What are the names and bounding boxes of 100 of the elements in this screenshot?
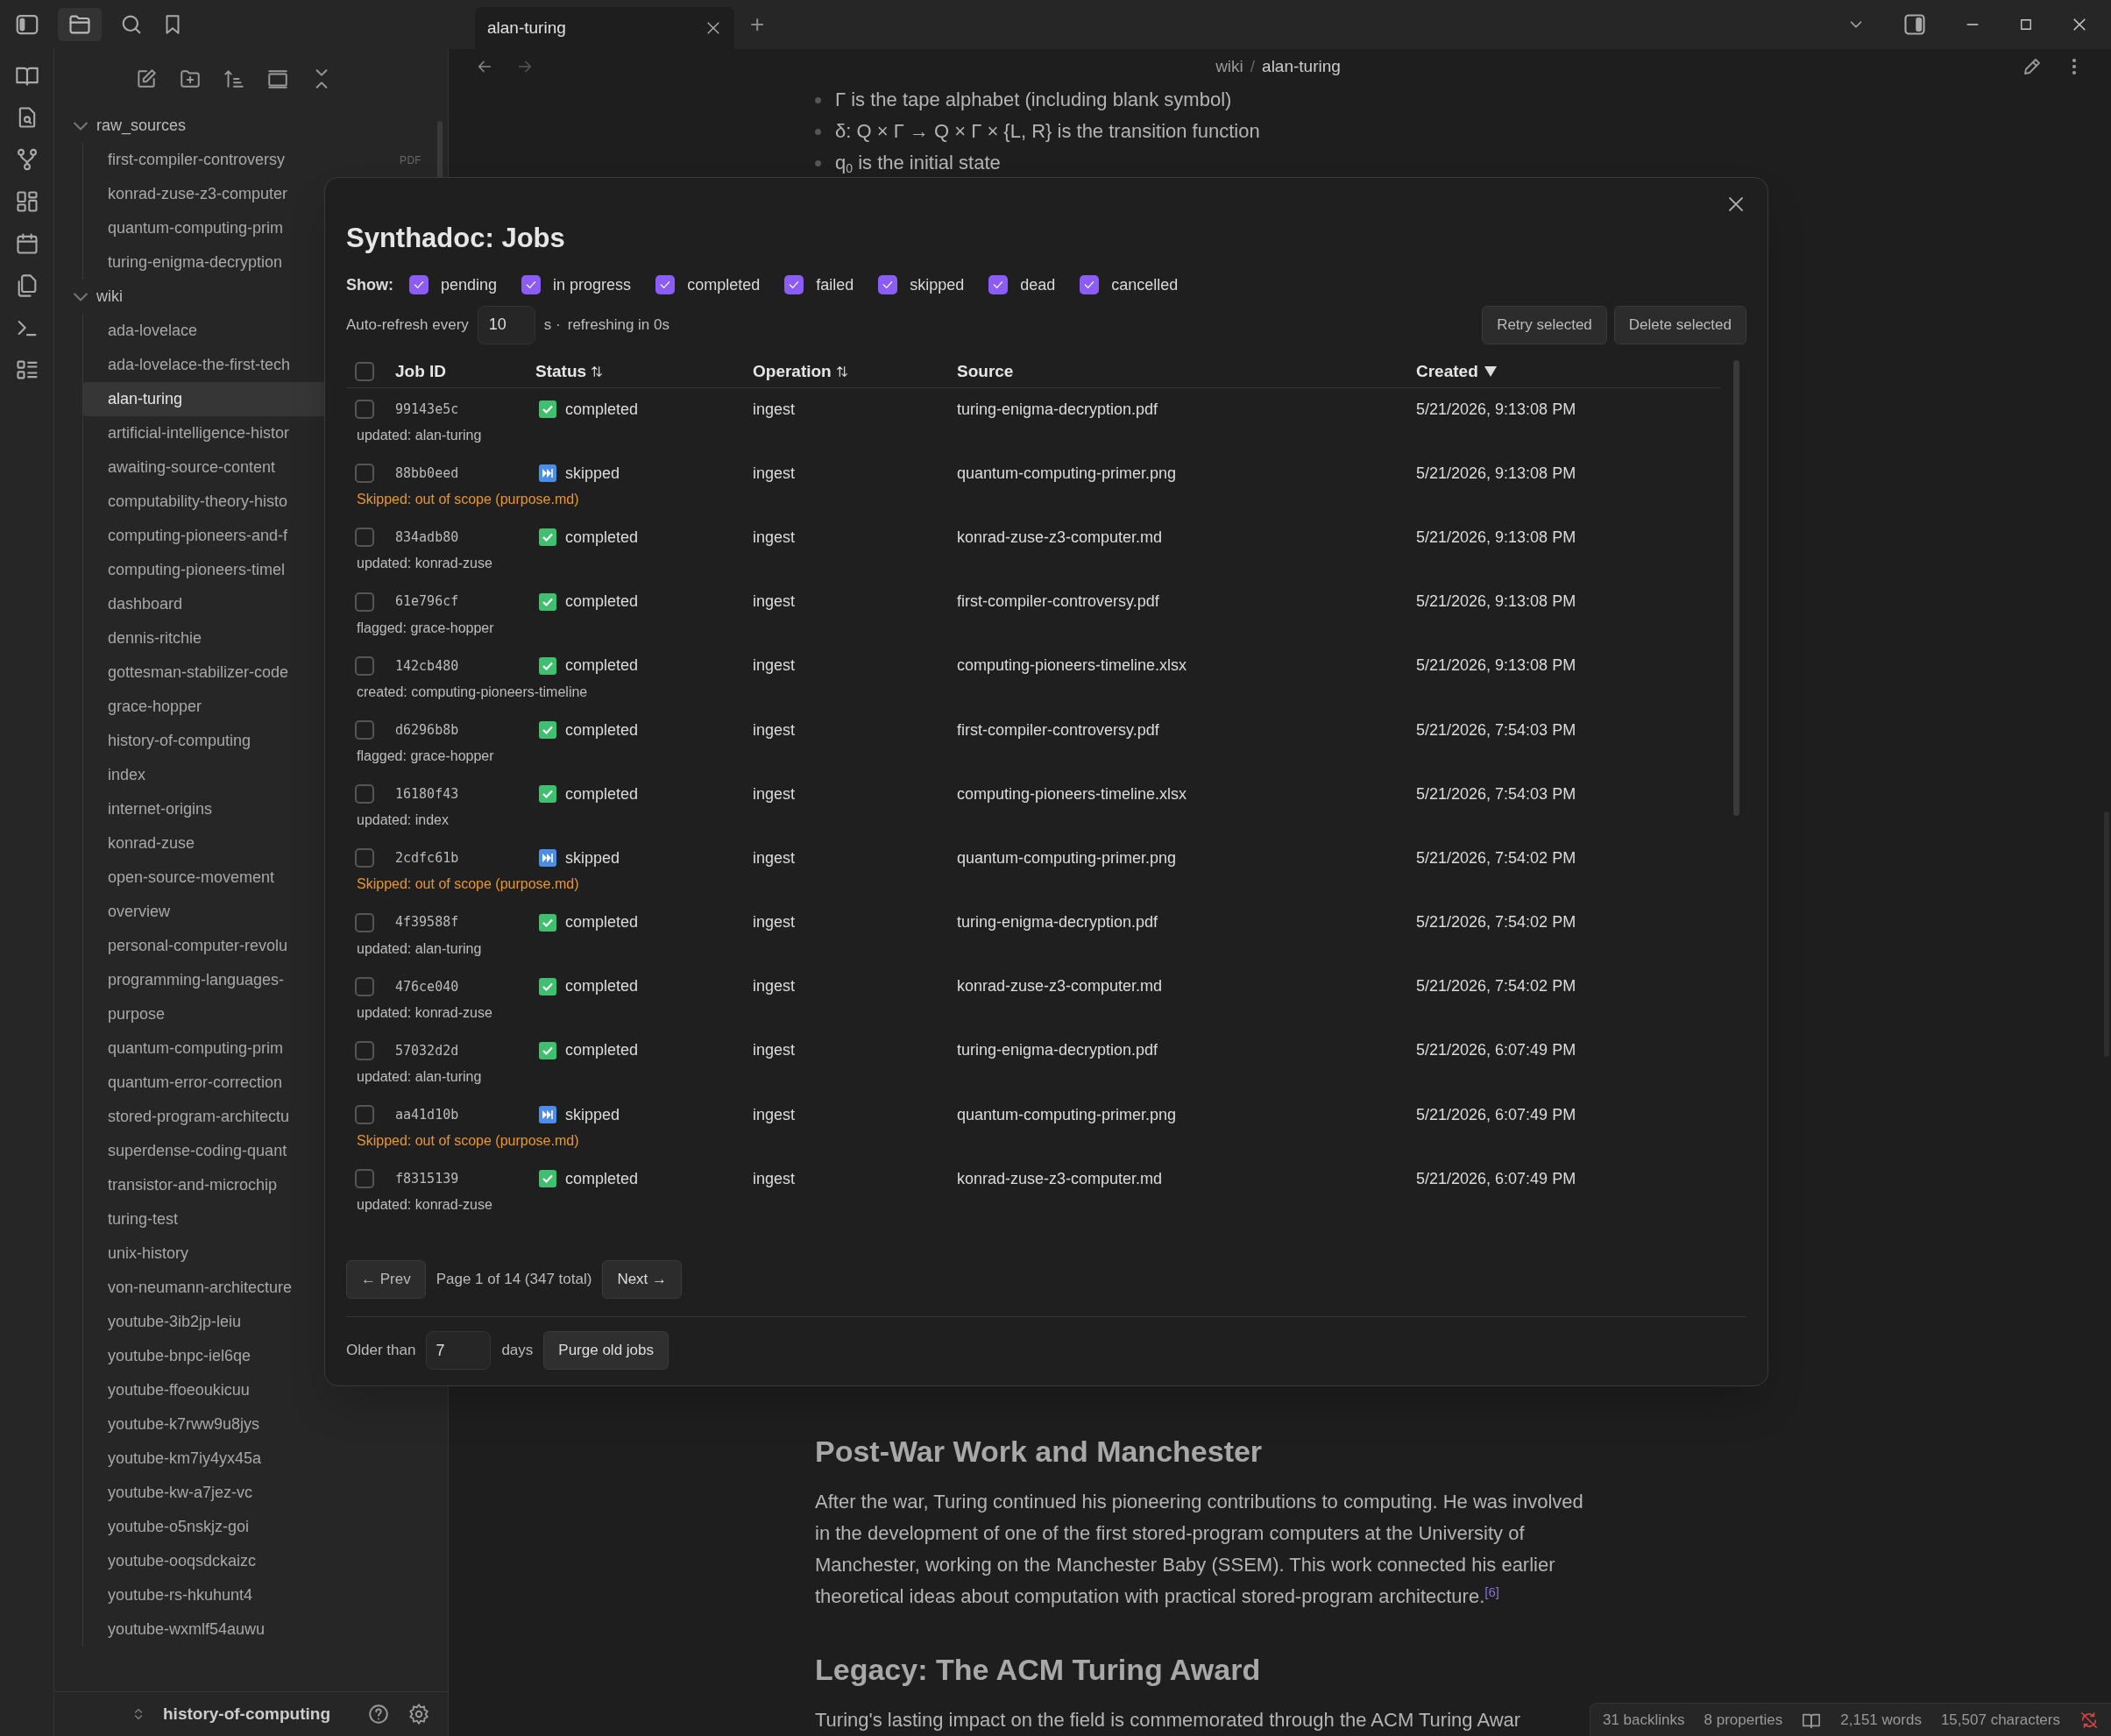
- job-status: completed: [565, 1040, 639, 1061]
- auto-reveal-icon[interactable]: [266, 67, 289, 90]
- note-tab[interactable]: alan-turing: [475, 7, 734, 49]
- job-status: completed: [565, 719, 639, 740]
- calendar-icon[interactable]: [14, 231, 39, 256]
- list-item-text: Γ is the tape alphabet (including blank symbol): [835, 88, 1232, 112]
- job-status: skipped: [565, 463, 620, 484]
- source-cell-text: quantum-computing-primer.png: [957, 1104, 1178, 1125]
- backlinks-count[interactable]: 31 backlinks: [1602, 1708, 1685, 1732]
- operation-cell-text: ingest: [753, 976, 797, 997]
- breadcrumb-item[interactable]: wiki: [1215, 53, 1243, 80]
- file-item[interactable]: youtube-km7iy4yx45a: [83, 1442, 430, 1476]
- column-header[interactable]: Source: [957, 358, 1416, 385]
- new-tab-button[interactable]: +: [750, 6, 765, 43]
- row-checkbox[interactable]: [355, 976, 374, 996]
- status-filter[interactable]: cancelled: [1080, 273, 1179, 297]
- row-checkbox[interactable]: [355, 464, 374, 484]
- job-status: completed: [565, 783, 639, 804]
- checkbox[interactable]: [878, 275, 898, 294]
- select-all-checkbox[interactable]: [355, 362, 374, 381]
- row-checkbox[interactable]: [355, 784, 374, 804]
- maximize-icon[interactable]: [2018, 17, 2034, 32]
- check-mark-icon: [539, 1170, 556, 1188]
- status-filter[interactable]: dead: [988, 273, 1056, 297]
- row-checkbox[interactable]: [355, 400, 374, 420]
- created-cell-text: 5/21/2026, 7:54:02 PM: [1416, 912, 1577, 933]
- source-cell-text: turing-enigma-decryption.pdf: [957, 1040, 1159, 1061]
- settings-icon[interactable]: [407, 1703, 430, 1725]
- row-checkbox[interactable]: [355, 655, 374, 676]
- edit-icon[interactable]: [2022, 56, 2043, 77]
- sort-icon[interactable]: [222, 67, 245, 90]
- row-checkbox[interactable]: [355, 912, 374, 932]
- status-filter[interactable]: skipped: [878, 273, 965, 297]
- retry-selected-button[interactable]: Retry selected: [1482, 305, 1607, 344]
- row-checkbox[interactable]: [355, 592, 374, 612]
- row-checkbox[interactable]: [355, 1040, 374, 1060]
- file-item[interactable]: youtube-wxmlf54auwu: [83, 1612, 430, 1647]
- right-sidebar-toggle-icon[interactable]: [1902, 12, 1927, 37]
- column-header[interactable]: Created: [1416, 358, 1720, 385]
- file-item[interactable]: first-compiler-controversy PDF: [83, 143, 430, 177]
- column-header[interactable]: Operation: [753, 358, 957, 385]
- previous-page-button[interactable]: ← Prev: [346, 1260, 426, 1299]
- checkbox[interactable]: [521, 275, 542, 294]
- row-checkbox[interactable]: [355, 720, 374, 740]
- created-cell-text: 5/21/2026, 9:13:08 PM: [1416, 399, 1577, 420]
- operation-cell-text: ingest: [753, 527, 797, 548]
- delete-selected-button[interactable]: Delete selected: [1613, 305, 1746, 344]
- check-mark-icon: [539, 592, 556, 611]
- purge-days-field[interactable]: 7: [426, 1331, 492, 1370]
- paragraph: Turing's lasting impact on the field is commemorated through the ACM Turing Awar: [815, 1708, 1521, 1732]
- sort-icon[interactable]: [590, 365, 605, 379]
- table-scrollbar-thumb[interactable]: [1733, 359, 1739, 816]
- file-item[interactable]: youtube-kw-a7jez-vc: [83, 1476, 430, 1510]
- column-header[interactable]: Status: [535, 358, 753, 385]
- file-item[interactable]: youtube-k7rww9u8jys: [83, 1407, 430, 1442]
- purge-old-jobs-button[interactable]: Purge old jobs: [543, 1331, 669, 1370]
- column-header[interactable]: Job ID: [395, 358, 535, 385]
- job-status: skipped: [565, 1104, 620, 1125]
- created-cell-text: 5/21/2026, 7:54:02 PM: [1416, 847, 1577, 868]
- sync-off-icon[interactable]: [2079, 1710, 2099, 1730]
- created-cell-text: 5/21/2026, 6:07:49 PM: [1416, 1104, 1577, 1125]
- breadcrumb-item[interactable]: alan-turing: [1262, 53, 1341, 80]
- operation-cell-text: ingest: [753, 847, 797, 868]
- file-item[interactable]: youtube-ffoeoukicuu: [83, 1373, 430, 1407]
- job-result-note: updated: alan-turing: [356, 427, 483, 445]
- file-item[interactable]: youtube-ooqsdckaizc: [83, 1544, 430, 1578]
- help-icon[interactable]: [367, 1703, 390, 1725]
- file-item[interactable]: youtube-rs-hkuhunt4: [83, 1578, 430, 1612]
- created-cell-text: 5/21/2026, 9:13:08 PM: [1416, 463, 1577, 484]
- file-item[interactable]: youtube-o5nskjz-goi: [83, 1510, 430, 1544]
- row-checkbox[interactable]: [355, 848, 374, 868]
- status-filter[interactable]: failed: [784, 273, 854, 297]
- status-filter[interactable]: pending: [409, 273, 498, 297]
- checkbox[interactable]: [784, 275, 804, 294]
- sort-icon[interactable]: [834, 365, 849, 379]
- checkbox[interactable]: [655, 275, 676, 294]
- checkbox[interactable]: [988, 275, 1009, 294]
- refresh-interval-field[interactable]: 10: [477, 305, 535, 344]
- vault-name[interactable]: history-of-computing: [163, 1701, 350, 1727]
- next-page-button[interactable]: Next →: [602, 1260, 683, 1299]
- row-checkbox[interactable]: [355, 1169, 374, 1189]
- unit-label: days: [501, 1341, 534, 1361]
- row-checkbox[interactable]: [355, 528, 374, 548]
- checkbox[interactable]: [1080, 275, 1100, 294]
- new-folder-icon[interactable]: [178, 67, 202, 90]
- status-filter[interactable]: in progress: [521, 273, 632, 297]
- job-result-note: updated: konrad-zuse: [356, 1003, 493, 1022]
- grid-icon[interactable]: [14, 189, 39, 214]
- job-result-note: updated: konrad-zuse: [356, 555, 493, 573]
- job-result-note: flagged: grace-hopper: [356, 619, 495, 637]
- status-filter[interactable]: completed: [655, 273, 761, 297]
- source-cell-text: konrad-zuse-z3-computer.md: [957, 527, 1164, 548]
- properties-count[interactable]: 8 properties: [1704, 1708, 1783, 1732]
- folder-item[interactable]: raw_sources: [63, 109, 430, 143]
- sort-descending-icon[interactable]: [1483, 365, 1498, 378]
- job-status: completed: [565, 399, 639, 420]
- created-cell-text: 5/21/2026, 9:13:08 PM: [1416, 655, 1577, 677]
- file-explorer-tab[interactable]: [58, 8, 102, 41]
- checkbox[interactable]: [409, 275, 429, 294]
- row-checkbox[interactable]: [355, 1105, 374, 1125]
